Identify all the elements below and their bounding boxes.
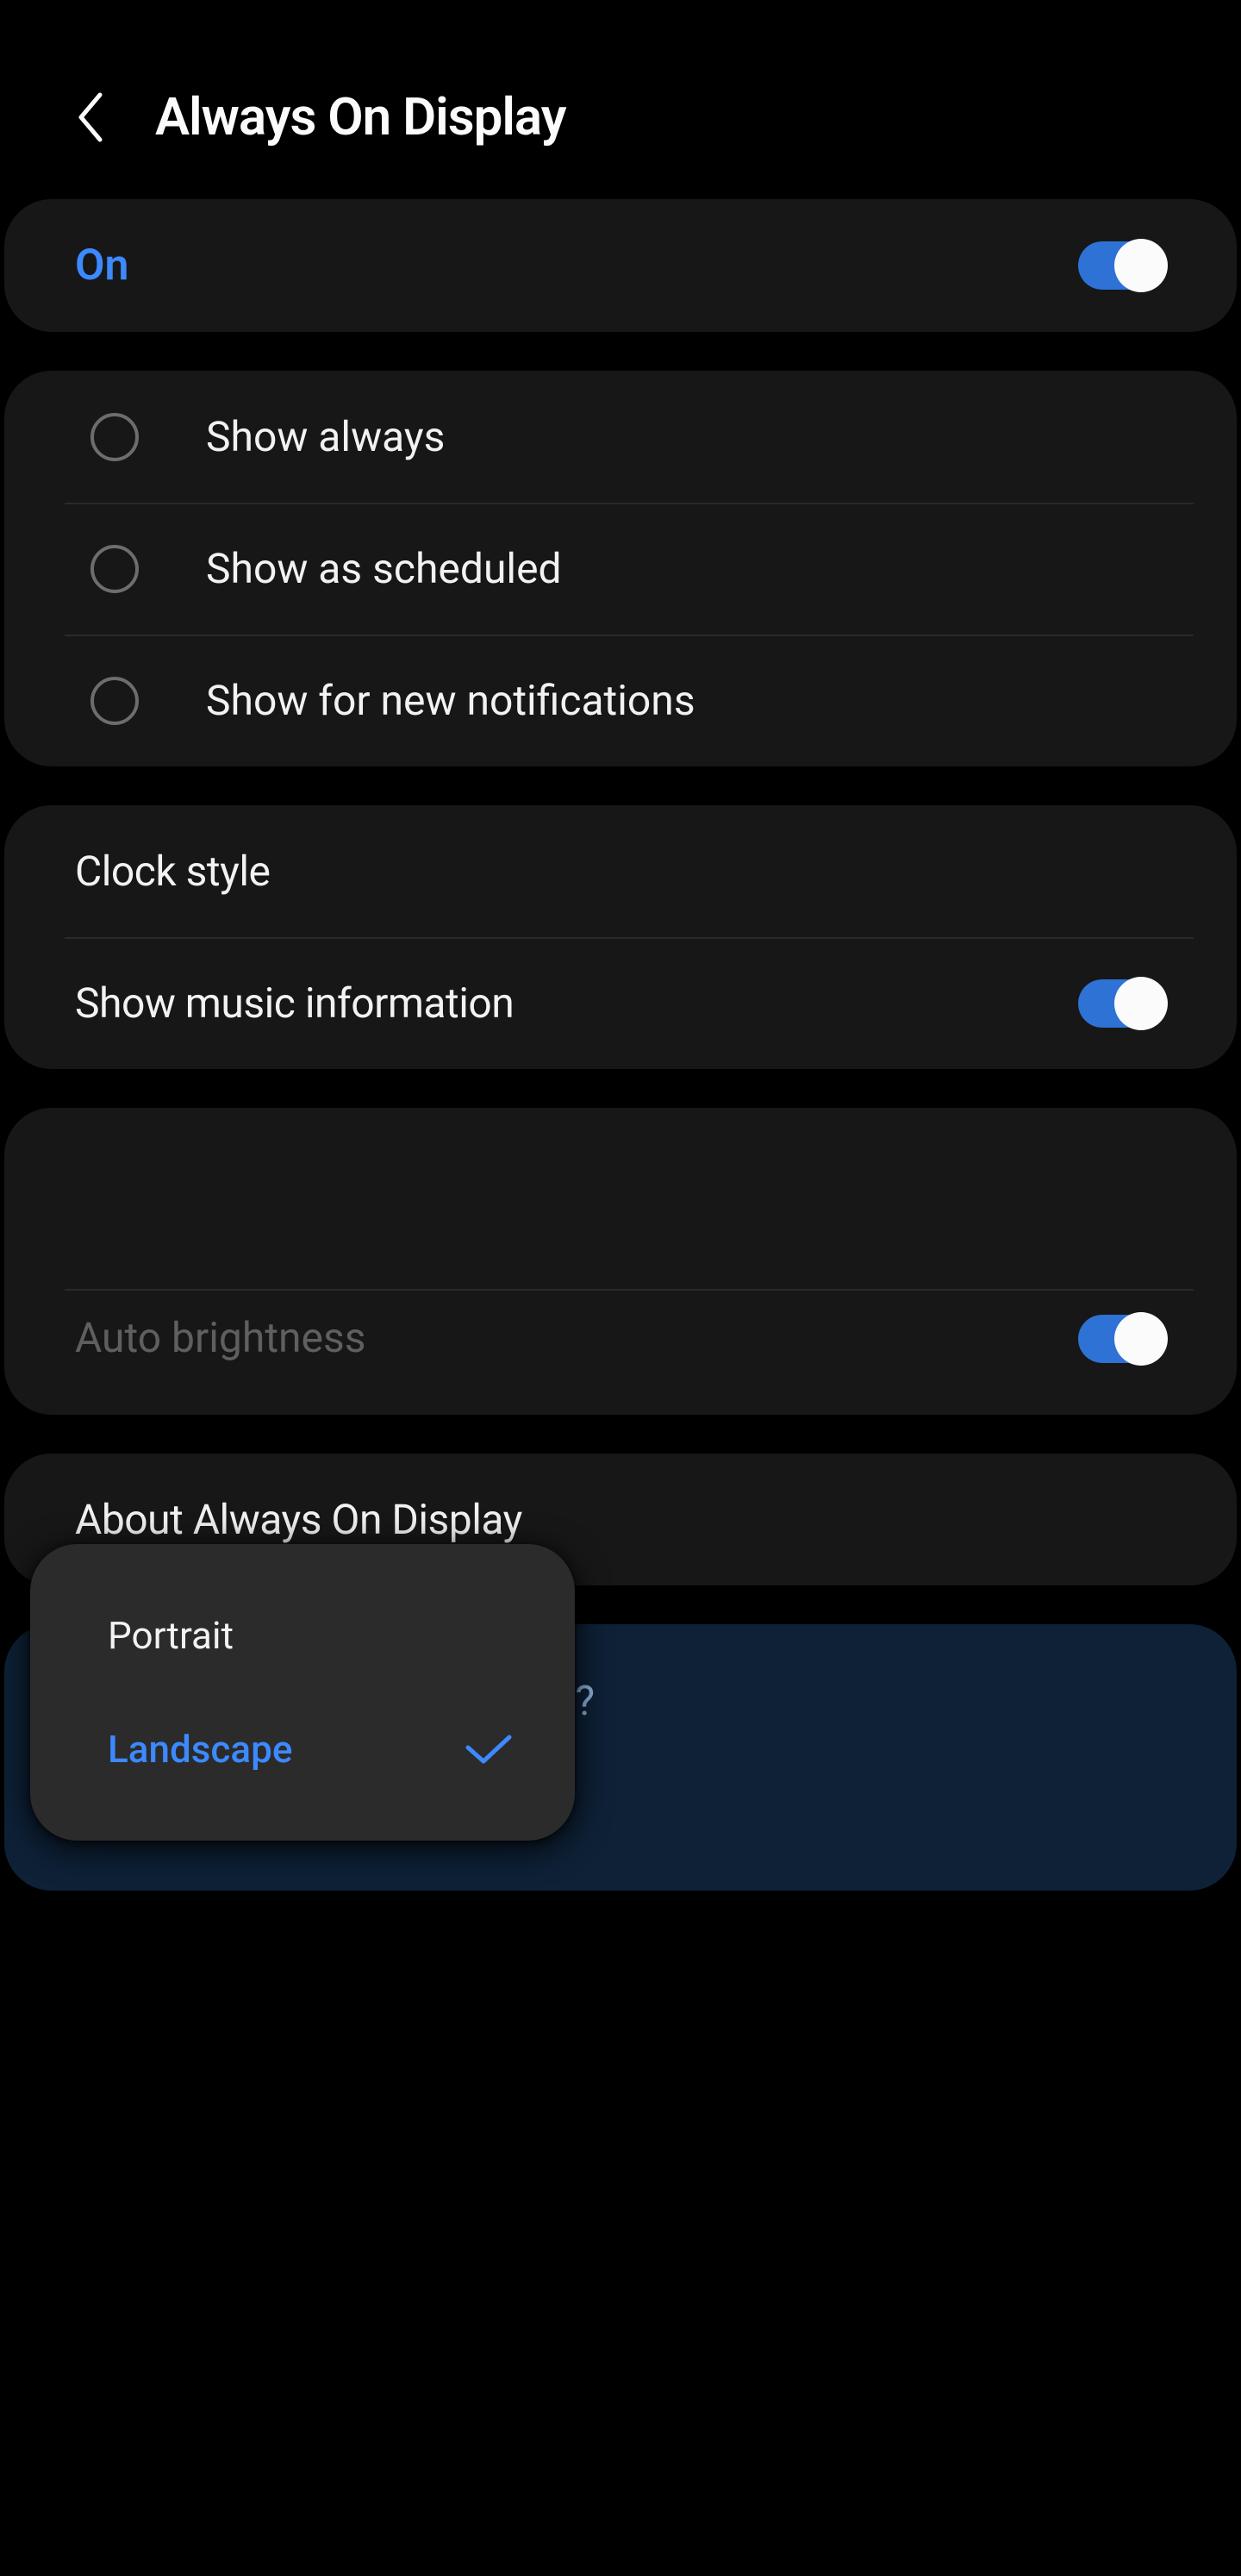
popup-option-label: Landscape (108, 1727, 292, 1772)
radio-icon (90, 677, 139, 725)
clock-style-row[interactable]: Clock style (4, 805, 1237, 937)
auto-brightness-row[interactable]: Auto brightness (4, 1289, 1237, 1415)
auto-brightness-label: Auto brightness (75, 1317, 366, 1359)
radio-icon (90, 413, 139, 461)
radio-show-scheduled[interactable]: Show as scheduled (4, 503, 1237, 635)
toggle-knob (1114, 977, 1168, 1030)
clock-style-label: Clock style (75, 847, 270, 896)
master-toggle-card: On (4, 199, 1237, 332)
orientation-brightness-group: Auto brightness (4, 1108, 1237, 1415)
popup-option-label: Portrait (108, 1613, 234, 1658)
radio-label: Show as scheduled (206, 544, 562, 593)
header: Always On Display (0, 86, 1241, 199)
orientation-row[interactable] (4, 1116, 1237, 1289)
page-title: Always On Display (155, 86, 566, 147)
music-info-toggle[interactable] (1078, 979, 1166, 1028)
master-toggle[interactable] (1078, 241, 1166, 290)
music-info-label: Show music information (75, 979, 514, 1028)
auto-brightness-toggle[interactable] (1078, 1315, 1166, 1363)
orientation-popup: Portrait Landscape (30, 1544, 575, 1841)
about-label: About Always On Display (75, 1495, 522, 1544)
radio-show-always[interactable]: Show always (4, 371, 1237, 503)
chevron-left-icon (74, 90, 107, 145)
orientation-option-landscape[interactable]: Landscape (30, 1692, 575, 1806)
orientation-option-portrait[interactable]: Portrait (30, 1579, 575, 1692)
style-group: Clock style Show music information (4, 805, 1237, 1069)
radio-label: Show always (206, 412, 445, 461)
display-mode-group: Show always Show as scheduled Show for n… (4, 371, 1237, 766)
toggle-knob (1114, 239, 1168, 292)
check-icon (463, 1732, 514, 1766)
back-button[interactable] (69, 96, 112, 139)
toggle-knob (1114, 1312, 1168, 1366)
music-info-row[interactable]: Show music information (4, 937, 1237, 1069)
master-toggle-label: On (75, 241, 128, 291)
radio-icon (90, 545, 139, 593)
master-toggle-row[interactable]: On (4, 199, 1237, 332)
radio-show-notifications[interactable]: Show for new notifications (4, 635, 1237, 766)
radio-label: Show for new notifications (206, 676, 695, 725)
